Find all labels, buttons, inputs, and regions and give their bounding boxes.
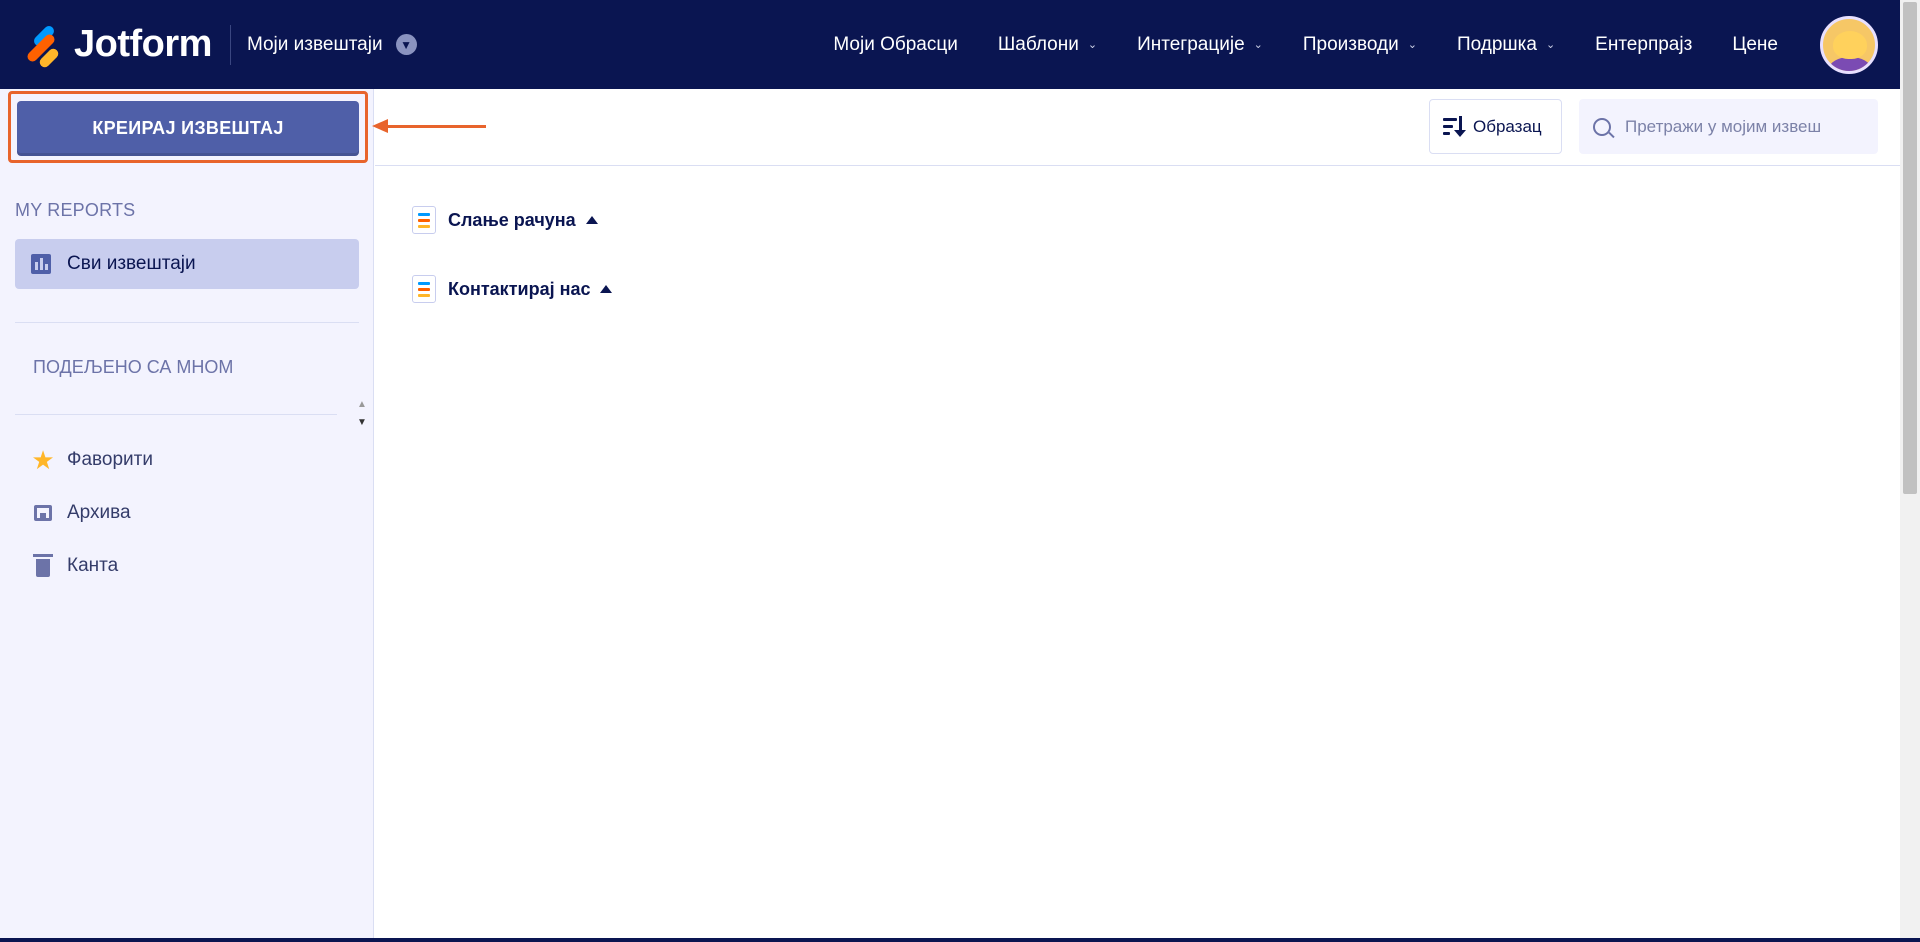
- create-report-button[interactable]: КРЕИРАЈ ИЗВЕШТАЈ: [17, 101, 359, 156]
- chevron-down-icon: ⌄: [1087, 39, 1098, 51]
- nav-templates[interactable]: Шаблони ⌄: [998, 34, 1097, 56]
- nav-products[interactable]: Производи ⌄: [1303, 34, 1417, 56]
- chevron-down-icon: ⌄: [1407, 39, 1417, 51]
- scroll-down-icon[interactable]: ▼: [354, 414, 370, 432]
- jotform-logo-icon: [22, 23, 62, 69]
- page-scrollbar[interactable]: [1900, 0, 1920, 942]
- sidebar-item-favorites[interactable]: ★ Фаворити: [31, 445, 153, 475]
- report-chart-icon: [31, 254, 51, 274]
- nav-label: Цене: [1732, 33, 1778, 55]
- form-icon: [412, 206, 436, 234]
- star-icon: ★: [31, 445, 55, 475]
- scroll-up-icon[interactable]: ▲: [354, 396, 370, 414]
- search-icon: [1593, 117, 1611, 136]
- trash-icon: [31, 554, 55, 578]
- nav-divider: [229, 24, 231, 65]
- sort-label: Образац: [1473, 116, 1542, 136]
- avatar[interactable]: [1820, 15, 1878, 74]
- nav-label: Ентерпрајз: [1595, 33, 1693, 55]
- sidebar-scrollbar[interactable]: ▲ ▼: [354, 396, 370, 432]
- bottom-border: [0, 938, 1920, 942]
- caret-up-icon[interactable]: [600, 285, 613, 293]
- create-button-highlight: КРЕИРАЈ ИЗВЕШТАЈ: [8, 91, 368, 163]
- my-reports-heading: MY REPORTS: [15, 200, 136, 220]
- nav-label: Производи: [1302, 33, 1399, 55]
- caret-up-icon[interactable]: [585, 216, 598, 224]
- sidebar-item-trash[interactable]: Канта: [31, 554, 118, 578]
- sidebar: КРЕИРАЈ ИЗВЕШТАЈ MY REPORTS Сви извештај…: [0, 89, 374, 938]
- scrollbar-thumb[interactable]: [1903, 2, 1917, 494]
- nav-integrations[interactable]: Интеграције ⌄: [1137, 34, 1263, 56]
- chevron-down-icon: ⌄: [1253, 39, 1263, 51]
- form-icon: [412, 275, 436, 303]
- nav-enterprise[interactable]: Ентерпрајз: [1595, 34, 1692, 56]
- sidebar-item-archive[interactable]: Архива: [31, 501, 131, 525]
- context-switcher[interactable]: Моји извештаји ▼: [247, 34, 417, 56]
- form-group-header[interactable]: Контактирај нас: [412, 275, 613, 303]
- archive-icon: [31, 501, 55, 525]
- divider: [15, 322, 359, 323]
- form-title: Контактирај нас: [448, 278, 591, 299]
- jotform-logo[interactable]: Jotform: [22, 0, 212, 89]
- chevron-down-icon[interactable]: ▼: [395, 34, 417, 55]
- sidebar-item-label: Канта: [67, 555, 119, 576]
- sidebar-item-label: Фаворити: [67, 449, 153, 470]
- form-group-header[interactable]: Слање рачуна: [412, 206, 598, 234]
- context-label: Моји извештаји: [246, 33, 383, 55]
- sidebar-item-shared-with-me[interactable]: ПОДЕЉЕНО СА МНОМ: [33, 357, 233, 378]
- sort-button[interactable]: Образац: [1429, 99, 1562, 154]
- sidebar-item-all-reports[interactable]: Сви извештаји: [15, 239, 359, 289]
- nav-label: Шаблони: [997, 33, 1079, 55]
- top-navbar: Jotform Моји извештаји ▼ Моји Обрасци Ша…: [0, 0, 1900, 89]
- form-title: Слање рачуна: [448, 209, 576, 230]
- nav-support[interactable]: Подршка ⌄: [1457, 34, 1555, 56]
- nav-label: Интеграције: [1137, 33, 1245, 55]
- sidebar-item-label: Архива: [67, 502, 131, 523]
- main-nav: Моји Обрасци Шаблони ⌄ Интеграције ⌄ Произ…: [813, 0, 1900, 89]
- brand-name: Jotform: [74, 23, 212, 65]
- chevron-down-icon: ⌄: [1545, 39, 1556, 51]
- sidebar-item-label: Сви извештаји: [67, 253, 196, 274]
- search-input[interactable]: [1625, 116, 1855, 137]
- nav-label: Моји Обрасци: [833, 33, 958, 55]
- divider: [15, 414, 337, 415]
- nav-label: Подршка: [1456, 33, 1537, 55]
- sort-icon: [1443, 115, 1467, 138]
- annotation-arrow: [384, 125, 486, 128]
- nav-my-forms[interactable]: Моји Обрасци: [833, 34, 958, 56]
- nav-pricing[interactable]: Цене: [1732, 34, 1778, 56]
- search-box[interactable]: [1579, 99, 1878, 154]
